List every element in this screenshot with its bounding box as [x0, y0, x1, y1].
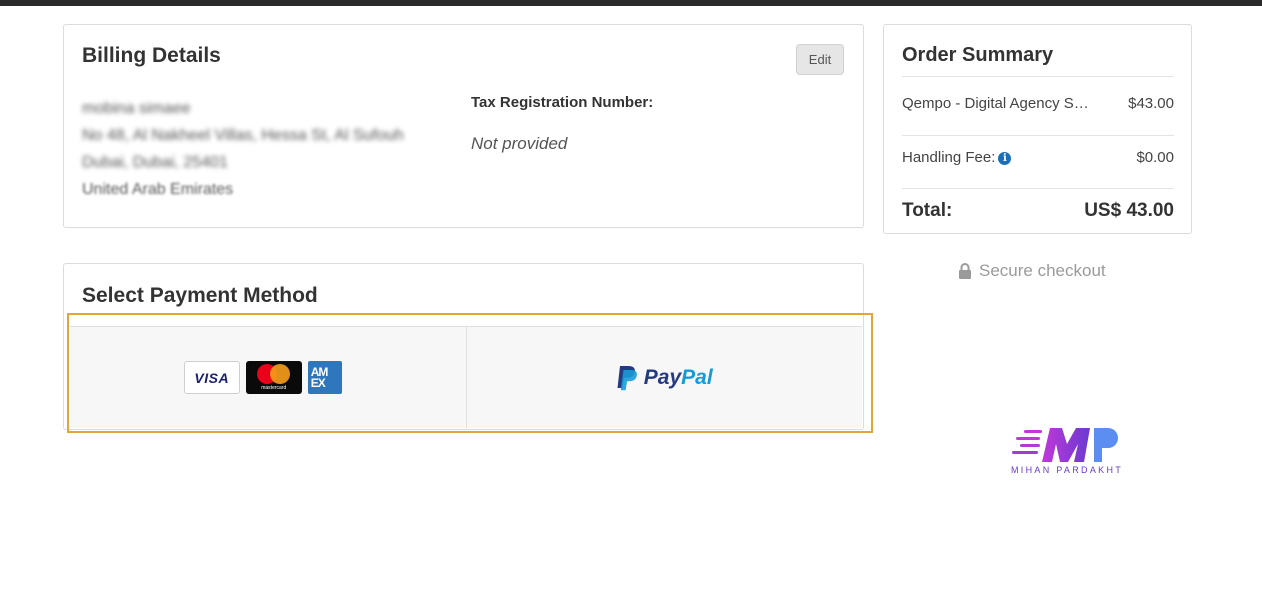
mastercard-yellow-circle — [269, 364, 290, 384]
mastercard-circles — [256, 364, 291, 384]
tax-registration-value: Not provided — [471, 134, 568, 153]
billing-address: mobina simaee No 48, Al Nakheel Villas, … — [82, 95, 404, 203]
address-country: United Arab Emirates — [82, 181, 234, 198]
payment-title: Select Payment Method — [82, 284, 318, 307]
payment-method-panel: Select Payment Method VISA mastercard AM… — [63, 263, 864, 430]
address-name: mobina simaee — [82, 100, 191, 117]
info-icon[interactable]: i — [998, 152, 1012, 165]
total-value: US$ 43.00 — [1084, 200, 1174, 221]
card-payment-option[interactable]: VISA mastercard AM EX — [70, 327, 466, 428]
edit-button[interactable]: Edit — [796, 44, 844, 75]
secure-checkout-label: Secure checkout — [979, 261, 1106, 280]
total-row: Total: US$ 43.00 — [902, 200, 1174, 222]
visa-text: VISA — [194, 369, 230, 386]
summary-item-row: Qempo - Digital Agency S… $43.00 — [902, 95, 1174, 112]
watermark-text: MIHAN PARDAKHT — [1011, 465, 1124, 475]
total-label: Total: — [902, 200, 953, 221]
order-summary-title: Order Summary — [902, 44, 1054, 66]
paypal-word-pal: Pal — [681, 365, 713, 389]
paypal-wordmark: PayPal — [644, 366, 713, 390]
handling-fee-label: Handling Fee: — [902, 149, 996, 166]
mastercard-logo-icon: mastercard — [245, 361, 302, 394]
handling-fee-value: $0.00 — [1136, 149, 1174, 166]
visa-logo-icon: VISA — [183, 361, 240, 394]
paypal-word-pay: Pay — [643, 365, 682, 389]
summary-divider — [902, 76, 1174, 77]
summary-divider — [902, 135, 1174, 136]
summary-divider — [902, 188, 1174, 189]
billing-details-panel: Billing Details Edit mobina simaee No 48… — [63, 24, 864, 228]
order-summary-panel: Order Summary Qempo - Digital Agency S… … — [883, 24, 1192, 234]
amex-logo-icon: AM EX — [307, 361, 342, 394]
tax-registration-label: Tax Registration Number: — [471, 94, 654, 111]
paypal-payment-option[interactable]: PayPal — [465, 327, 862, 428]
handling-fee-row: Handling Fee: i $0.00 — [902, 149, 1174, 166]
amex-text: AM EX — [310, 364, 329, 390]
card-logos: VISA mastercard AM EX — [183, 361, 342, 394]
summary-item-label: Qempo - Digital Agency S… — [902, 95, 1089, 112]
address-street: No 48, Al Nakheel Villas, Hessa St, Al S… — [82, 127, 404, 144]
billing-title: Billing Details — [82, 44, 221, 67]
payment-options: VISA mastercard AM EX PayPal — [70, 326, 862, 428]
top-bar — [0, 0, 1262, 6]
summary-item-price: $43.00 — [1128, 95, 1174, 112]
handling-fee-label-group: Handling Fee: i — [902, 149, 1012, 166]
secure-checkout: Secure checkout — [958, 261, 1106, 281]
paypal-p-icon — [617, 365, 637, 390]
paypal-logo: PayPal — [616, 365, 713, 391]
address-city: Dubai, Dubai, 25401 — [82, 154, 228, 171]
lock-icon — [959, 263, 971, 279]
mastercard-text: mastercard — [261, 385, 287, 391]
